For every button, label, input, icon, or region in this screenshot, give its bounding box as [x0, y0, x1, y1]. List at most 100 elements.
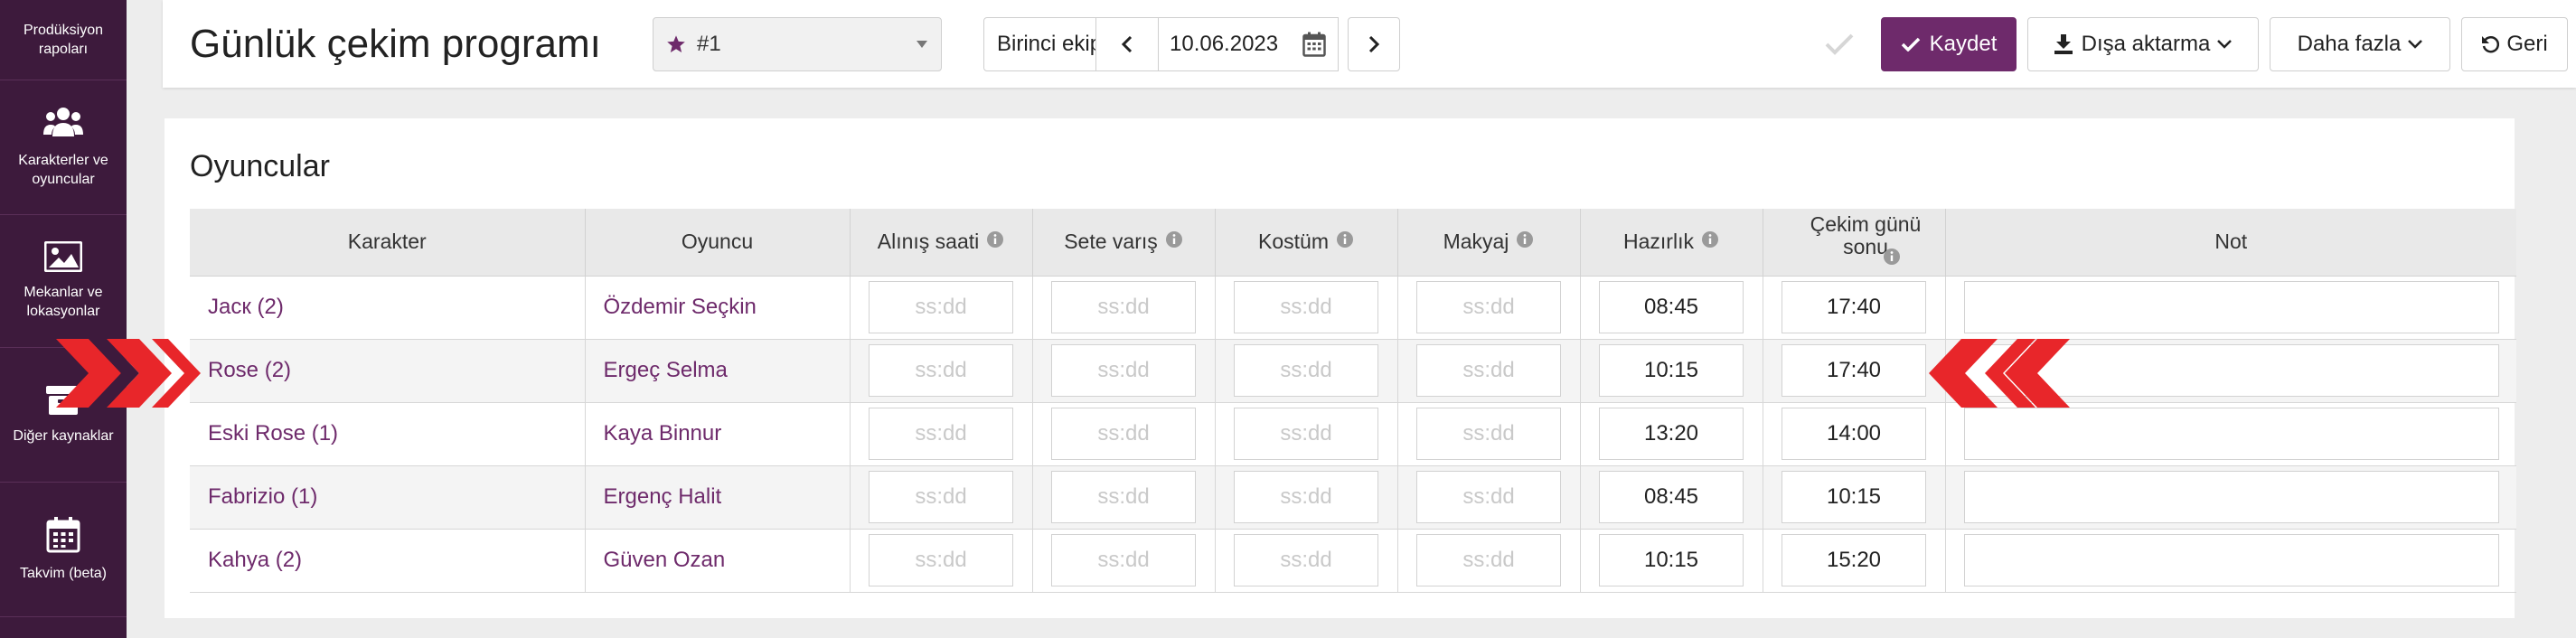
- chevron-left-icon: [1122, 36, 1133, 52]
- program-select-value: #1: [697, 32, 721, 56]
- makeup-time-input[interactable]: [1416, 471, 1561, 523]
- marker-arrow-right: [56, 339, 201, 408]
- sidebar-item-label: Takvim (beta): [19, 565, 108, 581]
- more-button[interactable]: Daha fazla: [2270, 17, 2450, 71]
- star-icon: [667, 35, 685, 52]
- confirm-check-button[interactable]: [1820, 17, 1858, 71]
- sidebar-item-label: Diğer kaynaklar: [13, 427, 114, 444]
- actor-link[interactable]: Ergenç Halit: [584, 465, 851, 530]
- export-button[interactable]: Dışa aktarma: [2027, 17, 2259, 71]
- wrap-time-input[interactable]: [1782, 534, 1926, 586]
- sidebar-item-label: Prodüksiyon rapoları: [23, 23, 104, 57]
- next-date-button[interactable]: [1348, 17, 1400, 71]
- actor-link[interactable]: Güven Ozan: [584, 529, 851, 593]
- note-input[interactable]: [1963, 281, 2499, 333]
- info-icon[interactable]: [1165, 230, 1183, 253]
- ready-time-input[interactable]: [1599, 408, 1744, 460]
- character-link[interactable]: Rose (2): [190, 339, 586, 403]
- makeup-time-input[interactable]: [1416, 344, 1561, 397]
- column-header: Oyuncu: [584, 209, 851, 277]
- note-input[interactable]: [1963, 534, 2499, 586]
- character-link[interactable]: Eski Rose (1): [190, 402, 586, 466]
- download-icon: [2054, 34, 2073, 54]
- section-title: Oyuncular: [190, 149, 330, 183]
- makeup-time-input[interactable]: [1416, 534, 1561, 586]
- makeup-time-input[interactable]: [1416, 281, 1561, 333]
- sidebar-item-label: Karakterler ve oyuncular: [18, 153, 108, 187]
- table-row: Jacк (2) Özdemir Seçkin: [190, 276, 2516, 340]
- prev-date-button[interactable]: [1095, 17, 1159, 71]
- column-header: Not: [1944, 209, 2516, 277]
- arrival-time-input[interactable]: [1051, 281, 1196, 333]
- back-button-label: Geri: [2506, 32, 2548, 56]
- column-header: Hazırlık: [1579, 209, 1763, 277]
- costume-time-input[interactable]: [1234, 408, 1378, 460]
- calendar-icon: [46, 516, 80, 552]
- sidebar-item-characters-actors[interactable]: Karakterler ve oyuncular: [0, 80, 127, 215]
- column-header: Karakter: [190, 209, 586, 277]
- arrival-time-input[interactable]: [1051, 534, 1196, 586]
- users-icon: [43, 108, 83, 136]
- save-button[interactable]: Kaydet: [1881, 17, 2017, 71]
- makeup-time-input[interactable]: [1416, 408, 1561, 460]
- program-select[interactable]: #1: [653, 17, 942, 71]
- costume-time-input[interactable]: [1234, 281, 1378, 333]
- character-link[interactable]: Fabrizio (1): [190, 465, 586, 530]
- sidebar-item-production-reports[interactable]: Prodüksiyon rapoları: [0, 0, 127, 80]
- costume-time-input[interactable]: [1234, 344, 1378, 397]
- table-row: Rose (2) Ergeç Selma: [190, 339, 2516, 403]
- wrap-time-input[interactable]: [1782, 344, 1926, 397]
- actors-table: Karakter Oyuncu Alınış saati Sete varış …: [190, 209, 2516, 593]
- table-header-row: Karakter Oyuncu Alınış saati Sete varış …: [190, 209, 2516, 277]
- pickup-time-input[interactable]: [869, 471, 1013, 523]
- wrap-time-input[interactable]: [1782, 471, 1926, 523]
- sidebar-item-calendar[interactable]: Takvim (beta): [0, 483, 127, 617]
- date-value: 10.06.2023: [1170, 32, 1279, 56]
- info-icon[interactable]: [986, 230, 1004, 253]
- check-icon: [1901, 37, 1920, 52]
- pickup-time-input[interactable]: [869, 534, 1013, 586]
- ready-time-input[interactable]: [1599, 344, 1744, 397]
- unit-select-value: Birinci ekip: [997, 32, 1097, 56]
- info-icon[interactable]: [1516, 230, 1534, 253]
- pickup-time-input[interactable]: [869, 344, 1013, 397]
- table-row: Kahya (2) Güven Ozan: [190, 529, 2516, 593]
- costume-time-input[interactable]: [1234, 471, 1378, 523]
- info-icon[interactable]: [1336, 230, 1354, 253]
- note-input[interactable]: [1963, 471, 2499, 523]
- page-title: Günlük çekim programı: [190, 22, 601, 66]
- ready-time-input[interactable]: [1599, 471, 1744, 523]
- column-header: Makyaj: [1396, 209, 1581, 277]
- pickup-time-input[interactable]: [869, 281, 1013, 333]
- column-header: Kostüm: [1214, 209, 1398, 277]
- unit-select[interactable]: Birinci ekip: [983, 17, 1097, 71]
- wrap-time-input[interactable]: [1782, 408, 1926, 460]
- character-link[interactable]: Jacк (2): [190, 276, 586, 340]
- info-icon[interactable]: [1701, 230, 1719, 253]
- sidebar-item-locations[interactable]: Mekanlar ve lokasyonlar: [0, 215, 127, 348]
- chevron-down-icon: [2408, 40, 2423, 49]
- back-button[interactable]: Geri: [2461, 17, 2568, 71]
- info-icon[interactable]: [1883, 248, 1901, 270]
- chevron-down-icon: [2217, 40, 2233, 49]
- arrival-time-input[interactable]: [1051, 408, 1196, 460]
- marker-arrow-left: [1929, 339, 2070, 408]
- export-button-label: Dışa aktarma: [2081, 32, 2211, 56]
- note-input[interactable]: [1963, 408, 2499, 460]
- actor-link[interactable]: Kaya Binnur: [584, 402, 851, 466]
- actor-link[interactable]: Özdemir Seçkin: [584, 276, 851, 340]
- arrival-time-input[interactable]: [1051, 471, 1196, 523]
- ready-time-input[interactable]: [1599, 534, 1744, 586]
- actor-link[interactable]: Ergeç Selma: [584, 339, 851, 403]
- column-header: Sete varış: [1031, 209, 1216, 277]
- pickup-time-input[interactable]: [869, 408, 1013, 460]
- ready-time-input[interactable]: [1599, 281, 1744, 333]
- costume-time-input[interactable]: [1234, 534, 1378, 586]
- calendar-picker-button[interactable]: [1291, 17, 1338, 71]
- character-link[interactable]: Kahya (2): [190, 529, 586, 593]
- table-row: Fabrizio (1) Ergenç Halit: [190, 465, 2516, 530]
- undo-icon: [2482, 36, 2500, 53]
- column-header: Alınış saati: [849, 209, 1033, 277]
- wrap-time-input[interactable]: [1782, 281, 1926, 333]
- arrival-time-input[interactable]: [1051, 344, 1196, 397]
